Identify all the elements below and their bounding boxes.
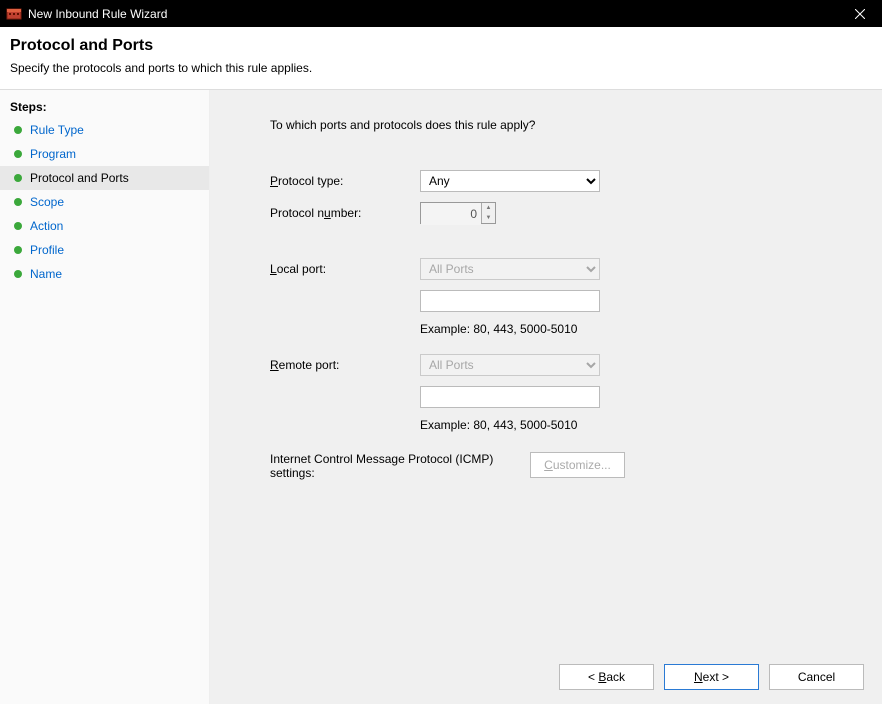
step-label: Scope — [30, 195, 64, 209]
remote-port-example: Example: 80, 443, 5000-5010 — [420, 418, 842, 432]
local-port-select: All Ports — [420, 258, 600, 280]
local-port-label: Local port: — [270, 262, 420, 276]
bullet-icon — [14, 222, 22, 230]
step-label: Name — [30, 267, 62, 281]
step-protocol-and-ports[interactable]: Protocol and Ports — [0, 166, 209, 190]
steps-sidebar: Steps: Rule Type Program Protocol and Po… — [0, 90, 210, 704]
close-icon — [855, 9, 865, 19]
next-button[interactable]: Next > — [664, 664, 759, 690]
wizard-footer: < Back Next > Cancel — [559, 664, 864, 690]
cancel-button[interactable]: Cancel — [769, 664, 864, 690]
step-profile[interactable]: Profile — [0, 238, 209, 262]
content-question: To which ports and protocols does this r… — [270, 118, 842, 132]
remote-port-select: All Ports — [420, 354, 600, 376]
page-title: Protocol and Ports — [10, 37, 872, 55]
back-button[interactable]: < Back — [559, 664, 654, 690]
bullet-icon — [14, 150, 22, 158]
protocol-type-label: Protocol type: — [270, 174, 420, 188]
icmp-label: Internet Control Message Protocol (ICMP)… — [270, 452, 530, 480]
remote-port-input — [420, 386, 600, 408]
step-label: Action — [30, 219, 63, 233]
customize-button: Customize... — [530, 452, 625, 478]
bullet-icon — [14, 270, 22, 278]
page-subtitle: Specify the protocols and ports to which… — [10, 61, 872, 75]
bullet-icon — [14, 174, 22, 182]
step-name[interactable]: Name — [0, 262, 209, 286]
close-button[interactable] — [837, 0, 882, 27]
titlebar: New Inbound Rule Wizard — [0, 0, 882, 27]
step-program[interactable]: Program — [0, 142, 209, 166]
step-scope[interactable]: Scope — [0, 190, 209, 214]
spinner-up-icon[interactable]: ▲ — [482, 203, 495, 213]
protocol-type-select[interactable]: Any — [420, 170, 600, 192]
spinner-down-icon[interactable]: ▼ — [482, 213, 495, 223]
wizard-content: To which ports and protocols does this r… — [210, 90, 882, 704]
protocol-number-input[interactable] — [421, 203, 481, 225]
step-rule-type[interactable]: Rule Type — [0, 118, 209, 142]
remote-port-label: Remote port: — [270, 358, 420, 372]
protocol-number-spinner[interactable]: ▲ ▼ — [420, 202, 496, 224]
window-title: New Inbound Rule Wizard — [28, 7, 837, 21]
protocol-number-label: Protocol number: — [270, 206, 420, 220]
step-action[interactable]: Action — [0, 214, 209, 238]
step-label: Profile — [30, 243, 64, 257]
app-icon — [6, 6, 22, 22]
bullet-icon — [14, 126, 22, 134]
local-port-example: Example: 80, 443, 5000-5010 — [420, 322, 842, 336]
step-label: Program — [30, 147, 76, 161]
wizard-header: Protocol and Ports Specify the protocols… — [0, 27, 882, 90]
bullet-icon — [14, 198, 22, 206]
step-label: Protocol and Ports — [30, 171, 129, 185]
local-port-input — [420, 290, 600, 312]
bullet-icon — [14, 246, 22, 254]
step-label: Rule Type — [30, 123, 84, 137]
steps-heading: Steps: — [0, 96, 209, 118]
